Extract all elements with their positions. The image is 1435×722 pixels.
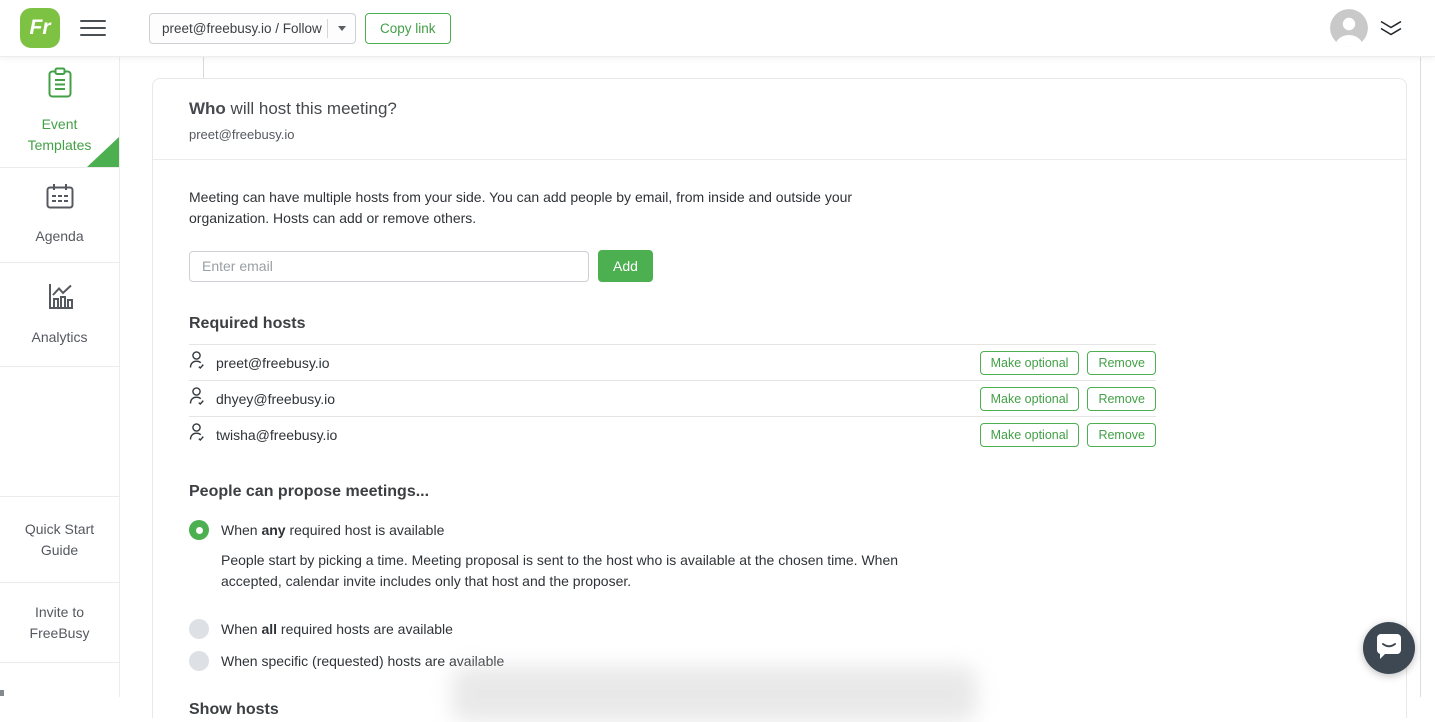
user-check-icon — [189, 386, 206, 411]
host-email: twisha@freebusy.io — [216, 427, 337, 443]
caret-down-icon[interactable] — [328, 26, 355, 31]
row-actions: Make optional Remove — [980, 387, 1156, 411]
sidebar-item-label: Analytics — [31, 327, 87, 348]
radio-selected-icon[interactable] — [189, 520, 209, 540]
previous-card-divider-fragment — [203, 56, 204, 78]
row-actions: Make optional Remove — [980, 351, 1156, 375]
propose-meetings-title: People can propose meetings... — [189, 483, 1370, 501]
host-email: dhyey@freebusy.io — [216, 391, 335, 407]
remove-button[interactable]: Remove — [1087, 351, 1156, 375]
table-row: twisha@freebusy.io Make optional Remove — [189, 416, 1156, 452]
sidebar-item-invite-to-freebusy[interactable]: Invite to FreeBusy — [0, 583, 119, 663]
sidebar-link-label: Quick Start Guide — [15, 519, 105, 561]
table-row: dhyey@freebusy.io Make optional Remove — [189, 380, 1156, 416]
template-selector-value: preet@freebusy.io / Follow — [150, 21, 327, 36]
sidebar-item-label: Event Templates — [14, 114, 106, 156]
sidebar-item-label: Agenda — [35, 226, 83, 247]
make-optional-button[interactable]: Make optional — [980, 351, 1080, 375]
user-check-icon — [189, 422, 206, 447]
page-title: Who will host this meeting? — [189, 99, 1370, 119]
required-hosts-table: preet@freebusy.io Make optional Remove d… — [189, 344, 1156, 452]
sidebar-item-quick-start-guide[interactable]: Quick Start Guide — [0, 497, 119, 583]
sidebar-item-agenda[interactable]: Agenda — [0, 168, 119, 263]
chat-bubble-icon — [1375, 632, 1403, 665]
calendar-icon — [44, 183, 76, 217]
below-fold-element-shadow — [452, 666, 977, 722]
copy-link-button[interactable]: Copy link — [365, 13, 451, 44]
chat-launcher-button[interactable] — [1363, 622, 1415, 674]
add-host-row: Add — [189, 250, 1370, 282]
card-body: Meeting can have multiple hosts from you… — [153, 160, 1406, 719]
radio-label: When any required host is available — [221, 522, 444, 538]
radio-unselected-icon[interactable] — [189, 651, 209, 671]
sidebar-item-event-templates[interactable]: Event Templates — [0, 56, 119, 168]
table-row: preet@freebusy.io Make optional Remove — [189, 344, 1156, 380]
user-check-icon — [189, 350, 206, 375]
who-section-card: Who will host this meeting? preet@freebu… — [152, 78, 1407, 718]
freebusy-logo[interactable]: Fr — [20, 8, 60, 48]
scrollbar-track[interactable] — [1420, 57, 1421, 697]
email-input[interactable] — [189, 251, 589, 282]
radio-option-all-hosts[interactable]: When all required hosts are available — [189, 619, 1370, 639]
radio-label: When all required hosts are available — [221, 621, 453, 637]
title-bold: Who — [189, 99, 226, 118]
remove-button[interactable]: Remove — [1087, 387, 1156, 411]
sidebar-spacer — [0, 367, 119, 497]
hamburger-menu-icon[interactable] — [80, 15, 106, 41]
option-description: People start by picking a time. Meeting … — [221, 550, 901, 592]
make-optional-button[interactable]: Make optional — [980, 423, 1080, 447]
sidebar-item-analytics[interactable]: Analytics — [0, 263, 119, 367]
host-subtitle: preet@freebusy.io — [189, 127, 1370, 142]
host-email: preet@freebusy.io — [216, 355, 330, 371]
card-header: Who will host this meeting? preet@freebu… — [153, 79, 1406, 160]
radio-option-any-host[interactable]: When any required host is available — [189, 520, 1370, 540]
avatar[interactable] — [1330, 9, 1368, 47]
double-chevron-down-icon[interactable] — [1379, 20, 1403, 37]
required-hosts-title: Required hosts — [189, 315, 1370, 333]
remove-button[interactable]: Remove — [1087, 423, 1156, 447]
sidebar-link-label: Invite to FreeBusy — [15, 602, 105, 644]
add-button[interactable]: Add — [598, 250, 653, 282]
bar-chart-icon — [45, 282, 75, 318]
top-bar: Fr preet@freebusy.io / Follow Copy link — [0, 0, 1435, 56]
sidebar: Event Templates Agenda Analytics — [0, 56, 120, 697]
clipboard-icon — [46, 67, 74, 105]
title-rest: will host this meeting? — [226, 99, 397, 118]
radio-unselected-icon[interactable] — [189, 619, 209, 639]
cutoff-item-fragment — [0, 690, 4, 696]
template-selector-dropdown[interactable]: preet@freebusy.io / Follow — [149, 13, 356, 44]
make-optional-button[interactable]: Make optional — [980, 387, 1080, 411]
row-actions: Make optional Remove — [980, 423, 1156, 447]
hosts-description: Meeting can have multiple hosts from you… — [189, 187, 869, 229]
